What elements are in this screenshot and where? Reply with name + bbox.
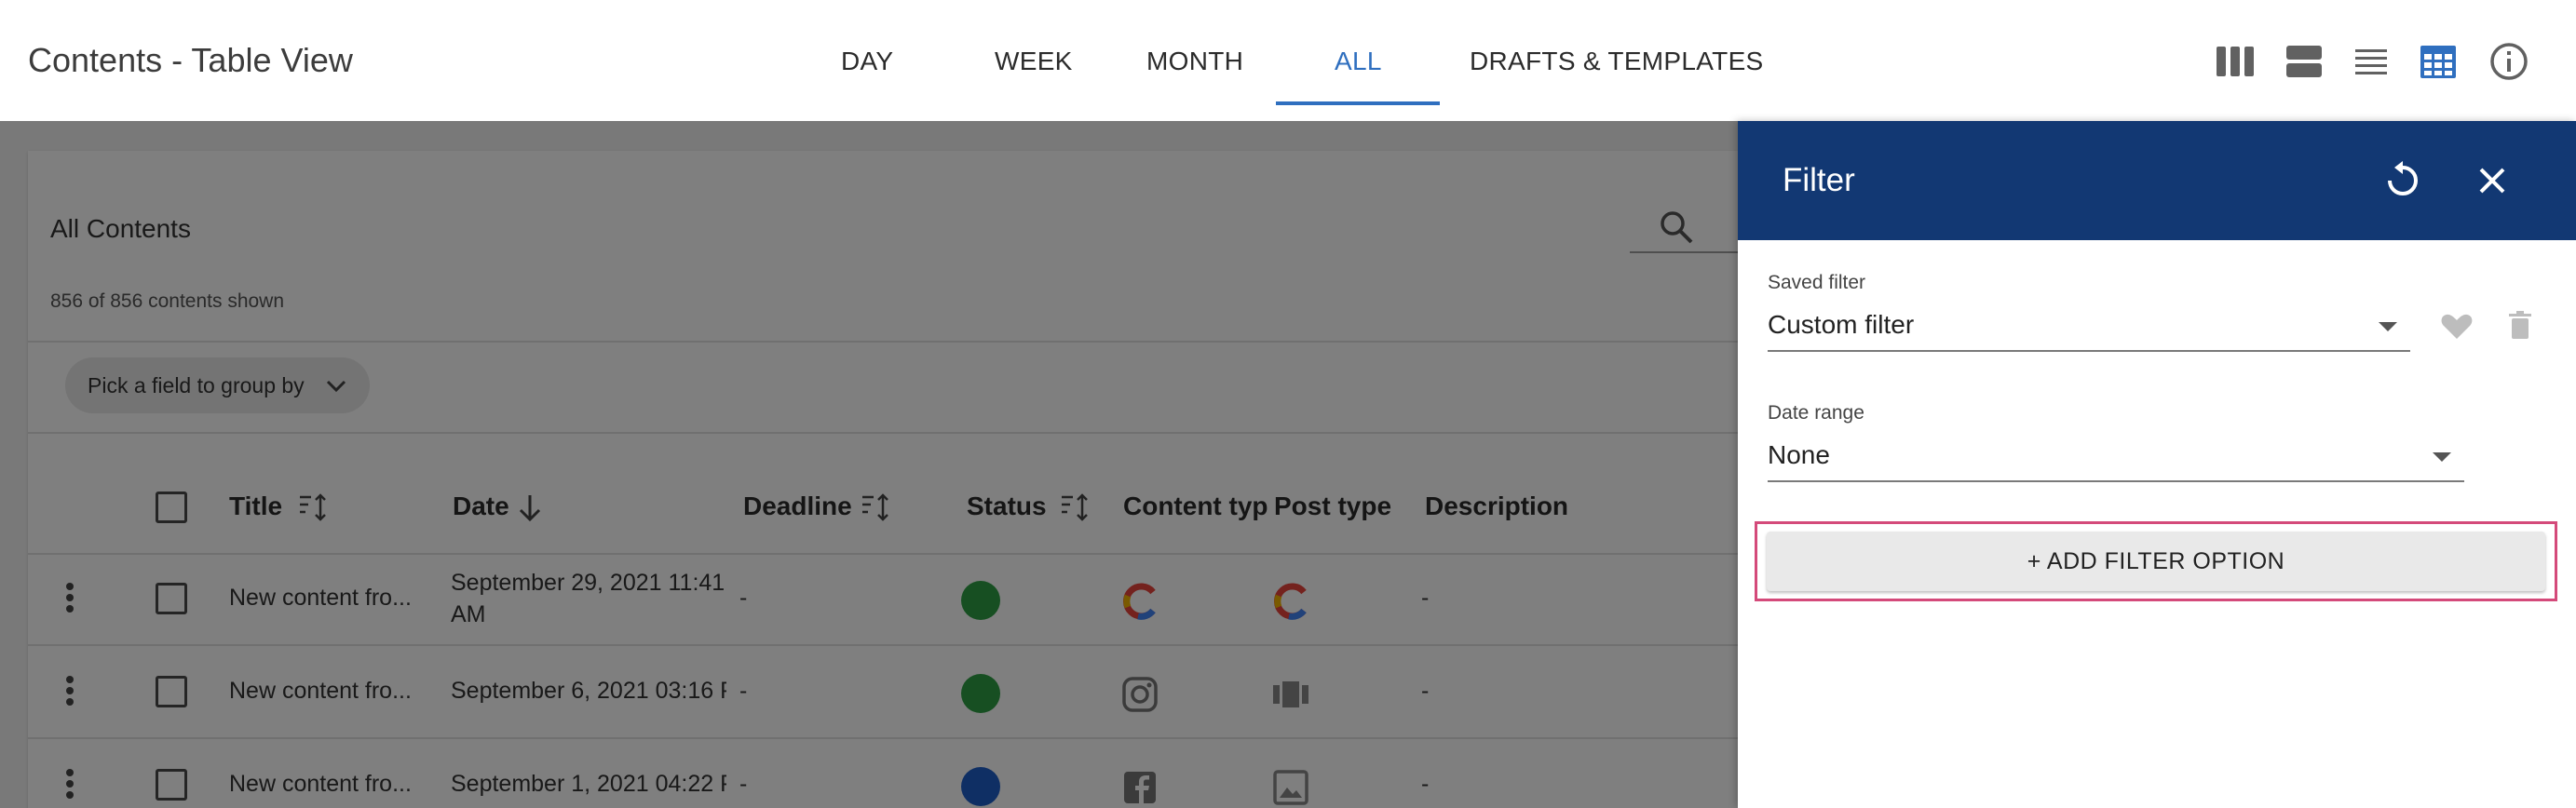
info-icon[interactable]	[2488, 41, 2529, 82]
close-icon	[2479, 168, 2505, 194]
active-tab-indicator	[1276, 101, 1440, 105]
saved-filter-select[interactable]: Custom filter	[1768, 303, 2410, 352]
filter-panel-header: Filter	[1738, 121, 2576, 240]
add-filter-highlight: + ADD FILTER OPTION	[1755, 521, 2557, 601]
filter-panel: Filter Saved filter Custom filter Date r…	[1738, 121, 2576, 808]
filter-title: Filter	[1783, 162, 1855, 198]
favorite-heart-icon[interactable]	[2438, 307, 2475, 344]
saved-filter-label: Saved filter	[1768, 272, 1866, 293]
tab-week[interactable]: WEEK	[995, 47, 1073, 76]
columns-view-icon[interactable]	[2215, 41, 2256, 82]
date-range-value: None	[1768, 440, 1830, 469]
add-filter-option-button[interactable]: + ADD FILTER OPTION	[1767, 532, 2545, 591]
tab-month[interactable]: MONTH	[1146, 47, 1243, 76]
rows-view-icon[interactable]	[2284, 41, 2325, 82]
app-header: Contents - Table View DAY WEEK MONTH ALL…	[0, 0, 2576, 121]
list-view-icon[interactable]	[2351, 41, 2392, 82]
table-view-icon[interactable]	[2418, 41, 2459, 82]
date-range-label: Date range	[1768, 402, 1864, 424]
reset-icon	[2388, 161, 2418, 195]
delete-trash-icon[interactable]	[2501, 307, 2539, 344]
dropdown-caret-icon	[2379, 322, 2397, 331]
dropdown-caret-icon	[2433, 452, 2451, 462]
tab-drafts-templates[interactable]: DRAFTS & TEMPLATES	[1470, 47, 1764, 76]
reset-filter-button[interactable]	[2380, 158, 2425, 203]
date-range-select[interactable]: None	[1768, 434, 2464, 482]
tab-all[interactable]: ALL	[1335, 47, 1382, 76]
page-title: Contents - Table View	[28, 41, 353, 79]
saved-filter-value: Custom filter	[1768, 310, 1915, 339]
tab-day[interactable]: DAY	[841, 47, 893, 76]
close-filter-button[interactable]	[2470, 158, 2515, 203]
